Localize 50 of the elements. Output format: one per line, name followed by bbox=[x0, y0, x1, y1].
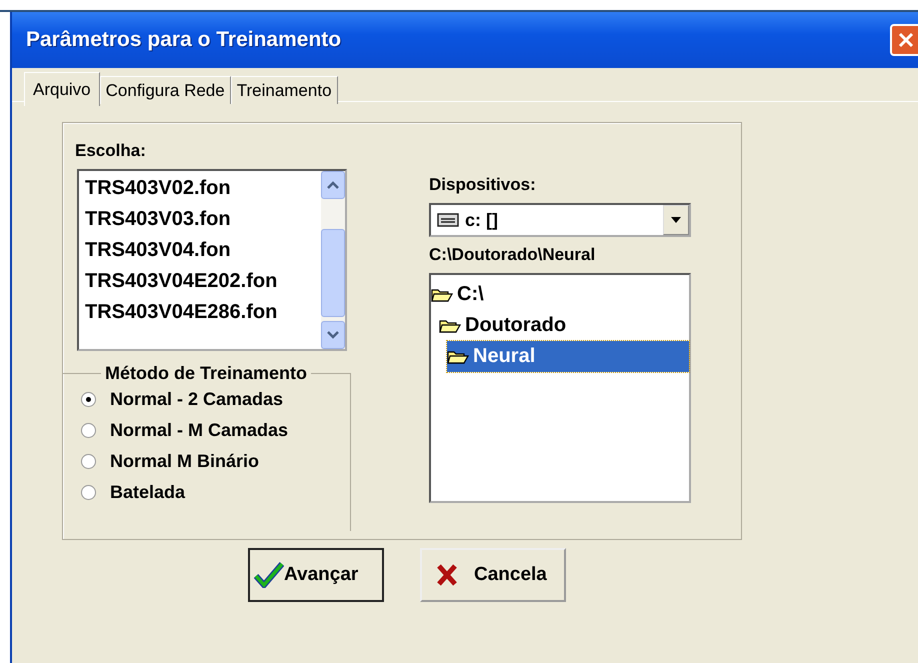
close-button[interactable] bbox=[890, 24, 918, 56]
file-item[interactable]: TRS403V04E202.fon bbox=[79, 266, 321, 297]
scroll-thumb[interactable] bbox=[321, 229, 345, 317]
current-path: C:\Doutorado\Neural bbox=[429, 245, 596, 265]
folder-item[interactable]: Neural bbox=[447, 341, 689, 372]
folder-item[interactable]: C:\ bbox=[431, 279, 689, 310]
radio-option[interactable]: Batelada bbox=[81, 477, 350, 508]
scrollbar[interactable] bbox=[321, 171, 345, 349]
radio-button[interactable] bbox=[81, 423, 96, 438]
list-label: Escolha: bbox=[75, 141, 147, 161]
scroll-up-icon[interactable] bbox=[321, 171, 345, 199]
file-item[interactable]: TRS403V04.fon bbox=[79, 235, 321, 266]
file-item[interactable]: TRS403V02.fon bbox=[79, 173, 321, 204]
tab[interactable]: Arquivo bbox=[24, 72, 100, 106]
cancel-button[interactable]: Cancela bbox=[420, 548, 566, 602]
file-list[interactable]: TRS403V02.fon TRS403V03.fon TRS403V04.fon TRS403V04E202.fon TRS403V04E286.fon bbox=[77, 169, 347, 351]
tab[interactable]: Configura Rede bbox=[100, 76, 231, 104]
folder-list[interactable]: C:\ Doutorado Neural bbox=[429, 273, 691, 503]
radio-button[interactable] bbox=[81, 485, 96, 500]
option-label: Normal - 2 Camadas bbox=[110, 389, 284, 410]
button-label: Avançar bbox=[284, 564, 358, 586]
folder-item[interactable]: Doutorado bbox=[439, 310, 689, 341]
close-icon bbox=[897, 31, 915, 49]
radio-button[interactable] bbox=[81, 392, 96, 407]
option-label: Normal M Binário bbox=[110, 451, 260, 472]
file-item[interactable]: TRS403V03.fon bbox=[79, 204, 321, 235]
folder-icon bbox=[439, 318, 461, 334]
tab[interactable]: Treinamento bbox=[230, 76, 338, 104]
drive-dropdown[interactable]: c: [] bbox=[429, 203, 691, 237]
folder-name: Doutorado bbox=[465, 314, 566, 337]
radio-button[interactable] bbox=[81, 454, 96, 469]
radio-option[interactable]: Normal M Binário bbox=[81, 446, 350, 477]
devices-label: Dispositivos: bbox=[429, 175, 537, 195]
folder-name: Neural bbox=[473, 345, 536, 368]
button-label: Cancela bbox=[474, 564, 547, 586]
option-label: Batelada bbox=[110, 482, 186, 503]
group-title: Método de Treinamento bbox=[104, 363, 308, 384]
folder-icon bbox=[431, 286, 453, 302]
cross-icon bbox=[436, 563, 458, 587]
radio-option[interactable]: Normal - M Camadas bbox=[81, 415, 350, 446]
drive-icon bbox=[437, 213, 459, 227]
option-label: Normal - M Camadas bbox=[110, 420, 288, 441]
window-title: Parâmetros para o Treinamento bbox=[26, 28, 342, 52]
advance-button[interactable]: Avançar bbox=[248, 548, 384, 602]
folder-icon bbox=[447, 348, 469, 364]
scroll-down-icon[interactable] bbox=[321, 321, 345, 349]
folder-name: C:\ bbox=[457, 283, 484, 306]
radio-option[interactable]: Normal - 2 Camadas bbox=[81, 384, 350, 415]
checkmark-icon bbox=[254, 562, 284, 588]
file-item[interactable]: TRS403V04E286.fon bbox=[79, 297, 321, 328]
